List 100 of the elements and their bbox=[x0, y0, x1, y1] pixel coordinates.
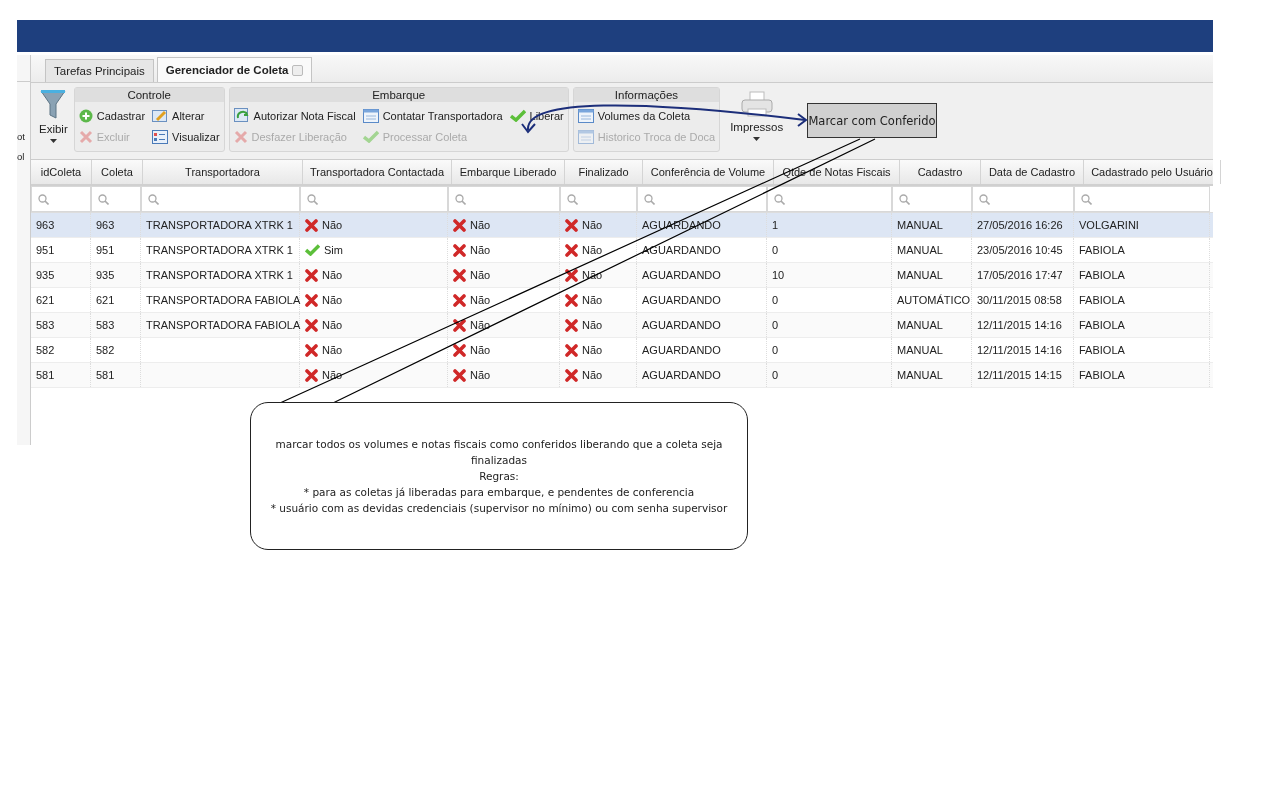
filter-field[interactable] bbox=[972, 186, 1074, 212]
table-cell: Não bbox=[582, 319, 603, 331]
table-cell: 17/05/2016 17:47 bbox=[977, 269, 1063, 281]
table-cell: 0 bbox=[772, 369, 779, 381]
table-cell: Não bbox=[322, 269, 343, 281]
table-cell: Não bbox=[322, 369, 343, 381]
search-icon bbox=[774, 193, 785, 205]
toolbar-button[interactable]: Volumes da Coleta bbox=[576, 105, 717, 126]
table-cell: MANUAL bbox=[897, 369, 943, 381]
table-cell: 0 bbox=[772, 244, 779, 256]
toolbar-button[interactable]: Alterar bbox=[151, 105, 221, 126]
tab[interactable]: Tarefas Principais bbox=[45, 59, 154, 82]
table-cell: 12/11/2015 14:16 bbox=[977, 344, 1062, 356]
panel-text: ot bbox=[17, 130, 26, 144]
column-header[interactable]: Transportadora bbox=[143, 160, 303, 184]
annotation-label: Marcar com Conferido bbox=[807, 103, 937, 138]
plus-icon bbox=[78, 108, 93, 123]
table-cell: 963 bbox=[36, 219, 55, 231]
table-cell: FABIOLA bbox=[1079, 344, 1125, 356]
table-cell: 935 bbox=[36, 269, 55, 281]
table-cell: TRANSPORTADORA FABIOLA bbox=[146, 319, 301, 331]
table-cell: Não bbox=[582, 344, 603, 356]
search-icon bbox=[98, 193, 109, 205]
table-cell: AUTOMÁTICO bbox=[897, 294, 971, 306]
table-cell: TRANSPORTADORA XTRK 1 bbox=[146, 219, 293, 231]
table-cell: Não bbox=[582, 294, 603, 306]
table-cell: 10 bbox=[772, 269, 785, 281]
table-cell: FABIOLA bbox=[1079, 294, 1125, 306]
note-text: * usuário com as devidas credenciais (supervisor no mínimo) ou com senha supervisor bbox=[270, 501, 728, 516]
filter-button[interactable]: Exibir bbox=[37, 87, 70, 145]
table-cell: AGUARDANDO bbox=[642, 369, 721, 381]
note-text: * para as coletas já liberadas para embarque, e pendentes de conferencia bbox=[303, 485, 695, 500]
column-header[interactable]: Conferência de Volume bbox=[643, 160, 774, 184]
toolbar-button[interactable]: Visualizar bbox=[151, 126, 221, 147]
group-title: Informações bbox=[573, 88, 720, 102]
table-row[interactable]: 581 581 Não Não Não AGUARDANDO 0 MANUAL 12/11/2015 14:15 FABIOLA bbox=[31, 363, 1213, 388]
search-icon bbox=[455, 193, 466, 205]
column-header[interactable]: Cadastrado pelo Usuário bbox=[1084, 160, 1221, 184]
table-cell: 12/11/2015 14:15 bbox=[977, 369, 1062, 381]
filter-field[interactable] bbox=[1074, 186, 1210, 212]
table-cell: AGUARDANDO bbox=[642, 269, 721, 281]
column-header[interactable]: idColeta bbox=[31, 160, 92, 184]
filter-field[interactable] bbox=[141, 186, 300, 212]
column-header[interactable]: Finalizado bbox=[565, 160, 643, 184]
panel-text: ol bbox=[17, 150, 26, 164]
table-cell: 1 bbox=[772, 219, 779, 231]
table-cell: Não bbox=[322, 319, 343, 331]
filter-field[interactable] bbox=[300, 186, 448, 212]
toolbar-button[interactable]: Contatar Transportadora bbox=[361, 105, 504, 126]
table-cell: 582 bbox=[36, 344, 55, 356]
table-cell: AGUARDANDO bbox=[642, 319, 721, 331]
filter-field[interactable] bbox=[31, 186, 91, 212]
close-icon[interactable] bbox=[292, 64, 304, 76]
table-cell: MANUAL bbox=[897, 319, 943, 331]
table-cell: Não bbox=[470, 344, 491, 356]
table-cell: 582 bbox=[96, 344, 115, 356]
note-text: marcar todos os volumes e notas fiscais como conferidos liberando que a coleta seja finalizadas bbox=[274, 437, 724, 468]
table-cell: Não bbox=[322, 219, 343, 231]
filter-field[interactable] bbox=[637, 186, 767, 212]
column-header[interactable]: Data de Cadastro bbox=[981, 160, 1084, 184]
check-icon bbox=[362, 130, 379, 143]
caret-icon bbox=[49, 139, 57, 143]
tab[interactable]: Gerenciador de Coleta bbox=[156, 57, 313, 82]
table-cell: 27/05/2016 16:26 bbox=[977, 219, 1063, 231]
column-header[interactable]: Cadastro bbox=[900, 160, 981, 184]
column-header[interactable]: Transportadora Contactada bbox=[303, 160, 452, 184]
filter-field[interactable] bbox=[892, 186, 972, 212]
column-header[interactable]: Embarque Liberado bbox=[452, 160, 565, 184]
table-cell: Não bbox=[470, 319, 491, 331]
table-cell: 583 bbox=[36, 319, 55, 331]
print-button[interactable]: Impressos bbox=[728, 89, 786, 143]
printer-icon bbox=[740, 91, 773, 117]
table-cell: Sim bbox=[324, 244, 343, 256]
table-cell: Não bbox=[470, 269, 491, 281]
table-cell: Não bbox=[470, 219, 491, 231]
column-header[interactable]: Coleta bbox=[92, 160, 143, 184]
filter-field[interactable] bbox=[767, 186, 892, 212]
table-row[interactable]: 583 583 TRANSPORTADORA FABIOLA Não Não Não AGUARDANDO 0 MANUAL 12/11/2015 14:16 FABIOLA bbox=[31, 313, 1213, 338]
table-cell: 0 bbox=[772, 319, 779, 331]
table-cell: Não bbox=[322, 344, 343, 356]
table-cell: TRANSPORTADORA XTRK 1 bbox=[146, 244, 293, 256]
filter-field[interactable] bbox=[448, 186, 560, 212]
table-cell: Não bbox=[582, 369, 603, 381]
toolbar-button[interactable]: Cadastrar bbox=[77, 105, 147, 126]
table-cell: MANUAL bbox=[897, 344, 943, 356]
window-icon bbox=[577, 108, 594, 123]
table-cell: Não bbox=[470, 369, 491, 381]
list-icon bbox=[152, 129, 169, 144]
search-icon bbox=[979, 193, 990, 205]
table-cell: AGUARDANDO bbox=[642, 294, 721, 306]
toolbar-button[interactable]: Autorizar Nota Fiscal bbox=[232, 105, 357, 126]
search-icon bbox=[567, 193, 578, 205]
table-cell: 951 bbox=[36, 244, 55, 256]
filter-field[interactable] bbox=[91, 186, 141, 212]
filter-field[interactable] bbox=[560, 186, 637, 212]
table-cell: Não bbox=[582, 244, 603, 256]
table-cell: Não bbox=[470, 244, 491, 256]
window-icon bbox=[577, 129, 594, 144]
table-cell: Não bbox=[470, 294, 491, 306]
search-icon bbox=[38, 193, 49, 205]
